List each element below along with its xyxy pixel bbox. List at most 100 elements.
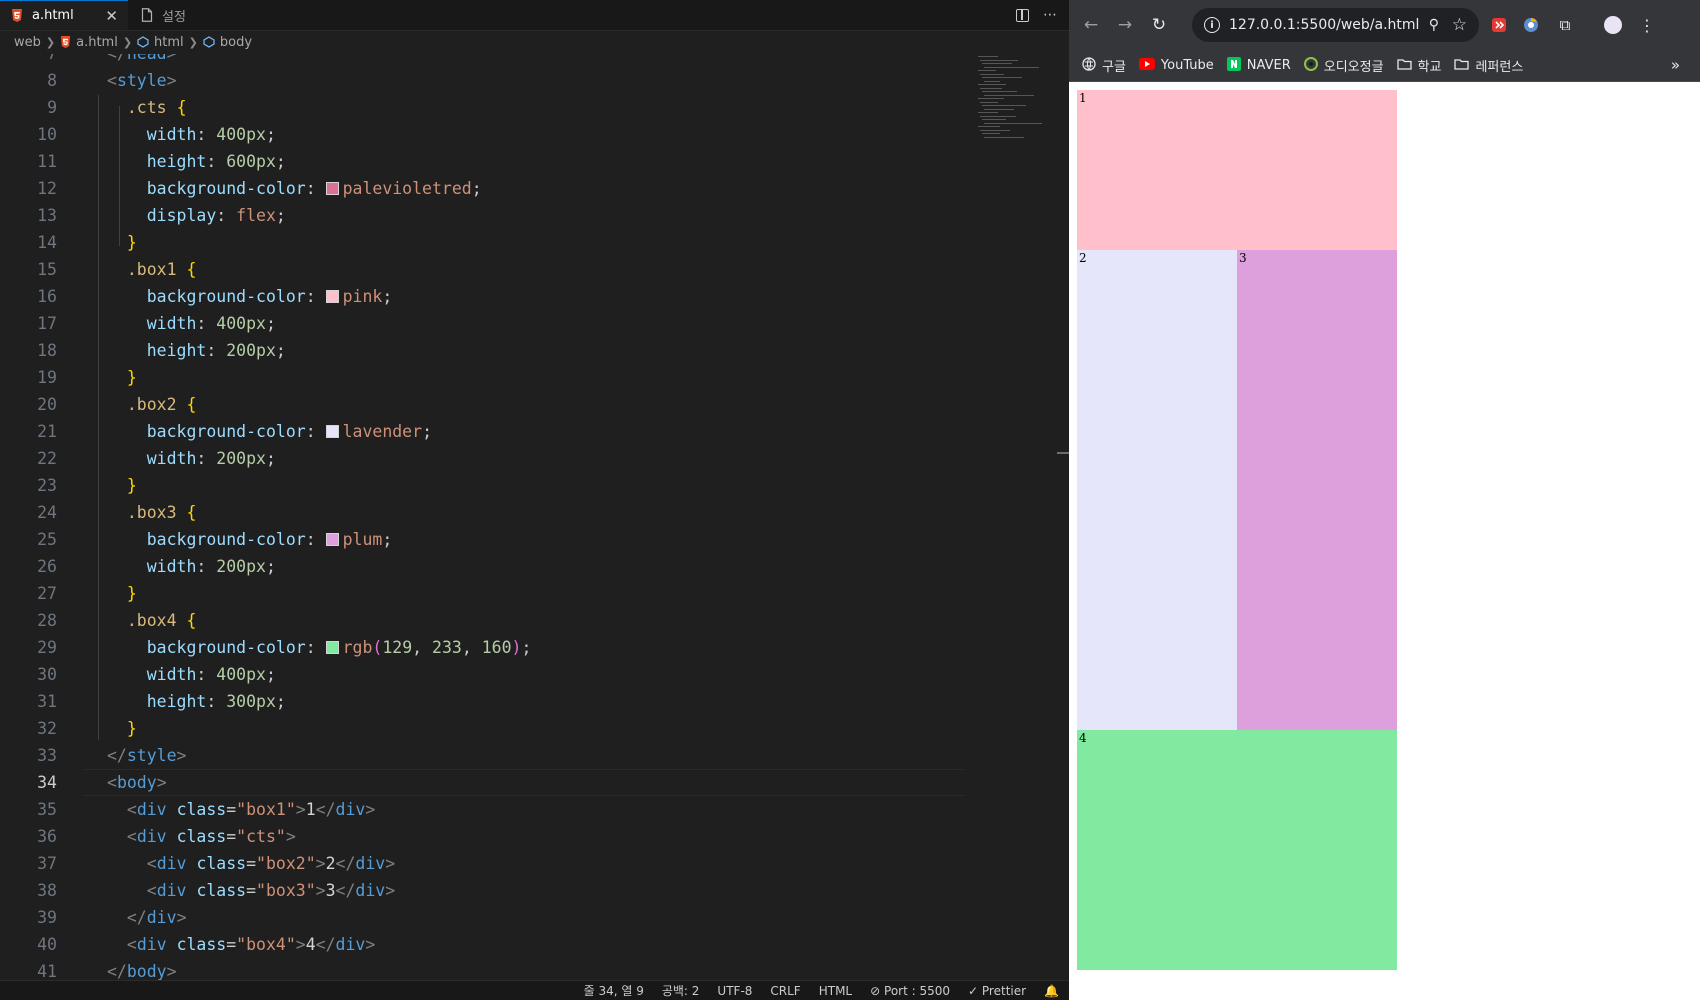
- code-token: 400px: [216, 314, 266, 333]
- code-line[interactable]: .cts {: [107, 94, 187, 121]
- code-token: class: [176, 827, 227, 846]
- code-line[interactable]: .box3 {: [107, 499, 197, 526]
- code-token: height: [146, 152, 207, 171]
- code-line[interactable]: <div class="cts">: [107, 823, 296, 850]
- code-line[interactable]: display: flex;: [107, 202, 286, 229]
- breadcrumb-item[interactable]: a.html: [76, 35, 118, 50]
- prettier-status[interactable]: ✓ Prettier: [968, 984, 1026, 998]
- code-line[interactable]: background-color: palevioletred;: [107, 175, 482, 202]
- menu-dots-icon[interactable]: ⋮: [1637, 15, 1657, 35]
- code-token: ;: [382, 287, 393, 306]
- code-line[interactable]: width: 400px;: [107, 121, 276, 148]
- code-line[interactable]: background-color: rgb(129, 233, 160);: [107, 634, 532, 661]
- code-line[interactable]: width: 200px;: [107, 445, 276, 472]
- bookmark-star-icon[interactable]: ☆: [1452, 15, 1467, 35]
- code-line[interactable]: </body>: [107, 958, 177, 980]
- code-line[interactable]: <div class="box3">3</div>: [107, 877, 395, 904]
- cursor-position[interactable]: 줄 34, 열 9: [584, 982, 644, 999]
- code-line[interactable]: }: [107, 472, 137, 499]
- zoom-icon[interactable]: ⚲: [1429, 17, 1439, 33]
- code-token: </: [126, 908, 147, 927]
- code-line[interactable]: }: [107, 580, 137, 607]
- color-swatch-icon[interactable]: [325, 425, 339, 438]
- color-swatch-icon[interactable]: [325, 641, 339, 654]
- minimap[interactable]: [975, 54, 1055, 144]
- indentation[interactable]: 공백: 2: [662, 982, 700, 999]
- code-line[interactable]: width: 400px;: [107, 661, 276, 688]
- code-line[interactable]: <div class="box2">2</div>: [107, 850, 395, 877]
- code-line[interactable]: }: [107, 715, 137, 742]
- back-icon[interactable]: ←: [1079, 13, 1103, 37]
- bookmark-google[interactable]: 구글: [1082, 56, 1126, 75]
- tab-a-html[interactable]: a.html ✕: [0, 0, 128, 30]
- code-line[interactable]: .box2 {: [107, 391, 197, 418]
- code-area[interactable]: 7891011121314151617181920212223242526272…: [0, 54, 970, 980]
- breadcrumb-item[interactable]: body: [220, 35, 252, 50]
- code-line[interactable]: width: 200px;: [107, 553, 276, 580]
- tab-settings[interactable]: 설정: [130, 0, 240, 30]
- chevron-double-right-icon[interactable]: »: [1671, 56, 1680, 74]
- code-token: 600px: [226, 152, 276, 171]
- profile-avatar[interactable]: [1603, 15, 1623, 35]
- forward-icon[interactable]: →: [1113, 13, 1137, 37]
- language-mode[interactable]: HTML: [819, 984, 852, 998]
- code-line[interactable]: </div>: [107, 904, 187, 931]
- extension-red-icon[interactable]: [1489, 15, 1509, 35]
- line-ending[interactable]: CRLF: [770, 984, 800, 998]
- code-token: <: [126, 935, 137, 954]
- encoding[interactable]: UTF-8: [717, 984, 752, 998]
- code-line[interactable]: background-color: lavender;: [107, 418, 432, 445]
- bookmark-folder-school[interactable]: 학교: [1396, 56, 1441, 75]
- code-line[interactable]: </style>: [107, 742, 186, 769]
- code-token: div: [335, 800, 366, 819]
- site-info-icon[interactable]: i: [1204, 17, 1220, 33]
- color-swatch-icon[interactable]: [325, 290, 339, 303]
- code-line[interactable]: <style>: [107, 67, 177, 94]
- extension-chrome-icon[interactable]: [1521, 15, 1541, 35]
- code-token: >: [385, 854, 396, 873]
- minimap-line: [984, 122, 1042, 124]
- code-line[interactable]: .box1 {: [107, 256, 197, 283]
- code-line[interactable]: </head>: [107, 54, 177, 67]
- code-line[interactable]: width: 400px;: [107, 310, 276, 337]
- code-token: >: [285, 827, 296, 846]
- bookmark-naver[interactable]: NAVER: [1226, 56, 1291, 75]
- code-line[interactable]: height: 300px;: [107, 688, 286, 715]
- bookmark-youtube[interactable]: YouTube: [1138, 57, 1214, 74]
- breadcrumb-item[interactable]: web: [14, 35, 41, 50]
- current-line-highlight: [84, 769, 964, 796]
- split-editor-icon[interactable]: [1016, 8, 1029, 22]
- code-token: }: [126, 368, 137, 387]
- line-number: 12: [37, 179, 57, 198]
- breadcrumb-item[interactable]: html: [154, 35, 184, 50]
- code-editor: a.html ✕ 설정 ⋯ web ❯ a.html ❯ html ❯ body: [0, 0, 1069, 1000]
- close-icon[interactable]: ✕: [105, 7, 118, 25]
- color-swatch-icon[interactable]: [325, 533, 339, 546]
- reload-icon[interactable]: ↻: [1147, 13, 1171, 37]
- code-line[interactable]: height: 600px;: [107, 148, 286, 175]
- code-line[interactable]: <div class="box1">1</div>: [107, 796, 375, 823]
- code-line[interactable]: }: [107, 229, 137, 256]
- code-line[interactable]: <div class="box4">4</div>: [107, 931, 375, 958]
- code-token: :: [196, 557, 217, 576]
- more-actions-icon[interactable]: ⋯: [1043, 7, 1057, 23]
- bookmark-audiojungle[interactable]: 오디오정글: [1303, 56, 1384, 75]
- code-line[interactable]: height: 200px;: [107, 337, 286, 364]
- code-line[interactable]: background-color: plum;: [107, 526, 393, 553]
- code-line[interactable]: }: [107, 364, 137, 391]
- bell-icon[interactable]: 🔔: [1044, 984, 1059, 998]
- browser-toolbar: ← → ↻ i 127.0.0.1:5500/web/a.html ⚲ ☆ ⧉ …: [1069, 0, 1700, 50]
- color-swatch-icon[interactable]: [325, 182, 339, 195]
- live-server-port[interactable]: ⊘ Port : 5500: [870, 984, 950, 998]
- bookmark-folder-reference[interactable]: 레퍼런스: [1454, 56, 1523, 75]
- scrollbar-thumb[interactable]: [1057, 452, 1069, 454]
- code-line[interactable]: background-color: pink;: [107, 283, 393, 310]
- extensions-puzzle-icon[interactable]: ⧉: [1555, 15, 1575, 35]
- url-text[interactable]: 127.0.0.1:5500/web/a.html: [1229, 17, 1419, 33]
- address-bar[interactable]: i 127.0.0.1:5500/web/a.html ⚲ ☆: [1192, 8, 1479, 42]
- code-line[interactable]: .box4 {: [107, 607, 197, 634]
- code-line[interactable]: <body>: [107, 769, 167, 796]
